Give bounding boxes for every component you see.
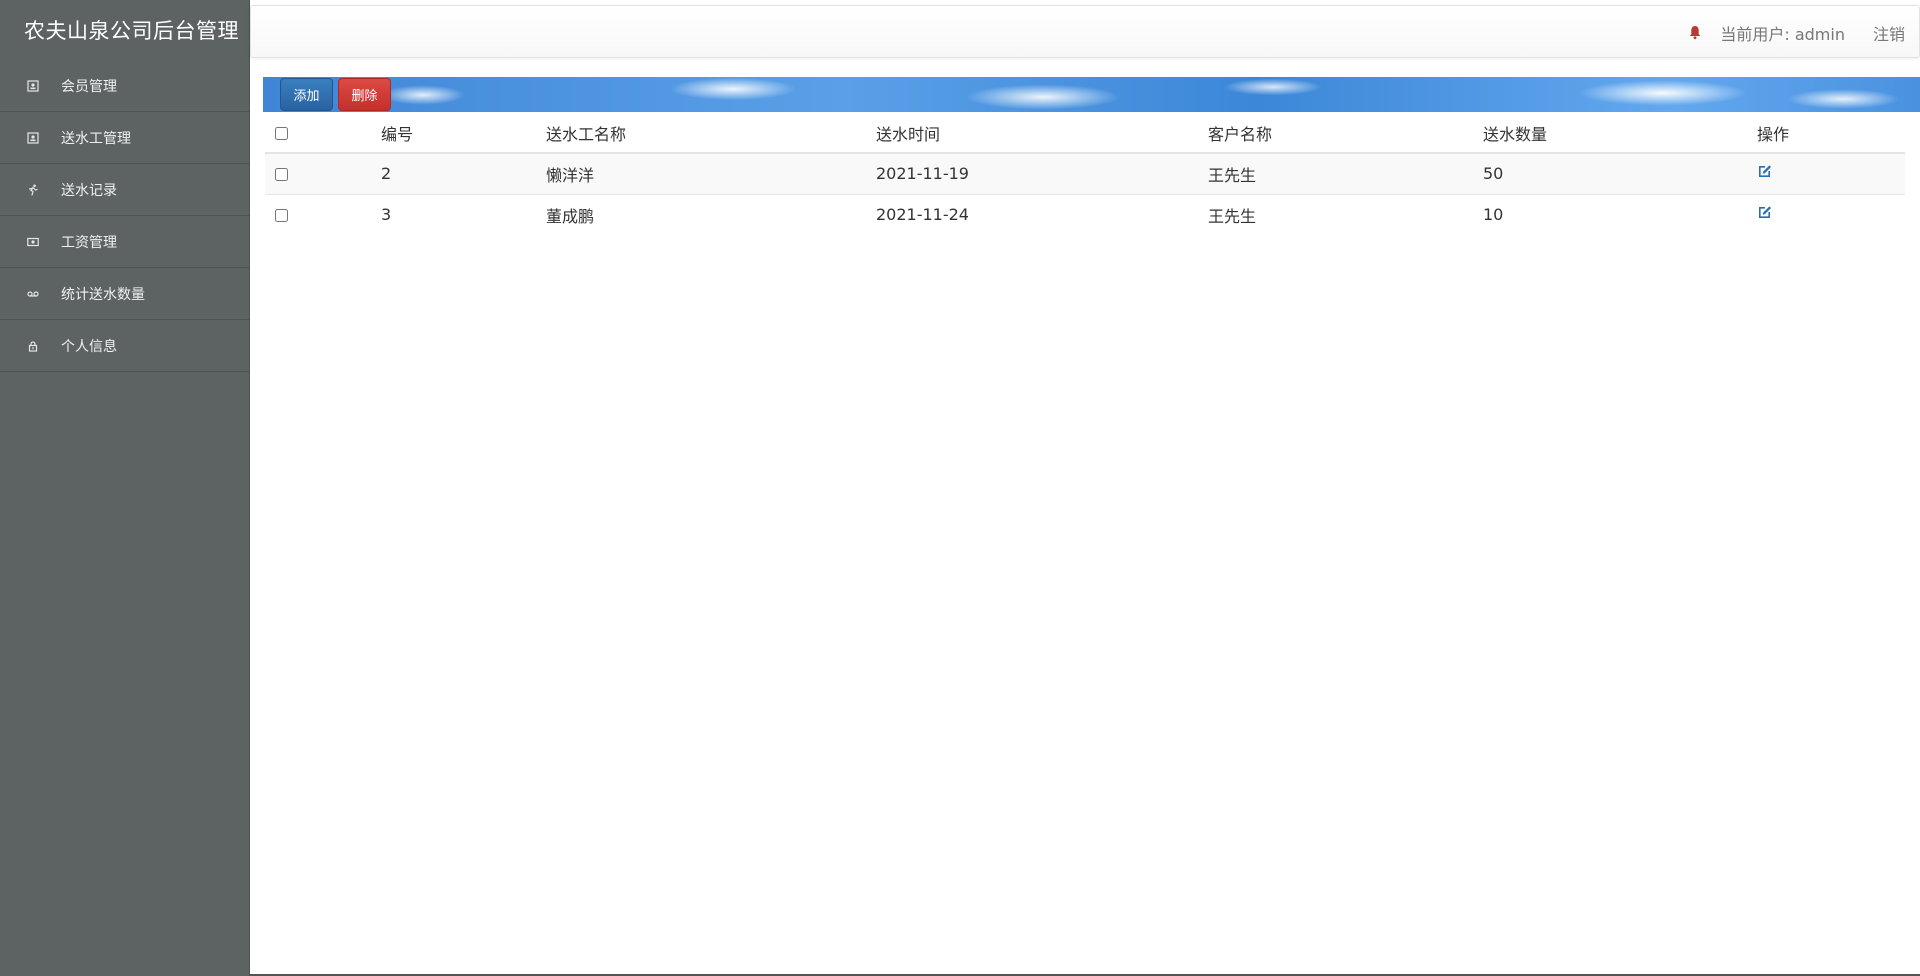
sidebar-item-label: 送水记录: [61, 182, 117, 199]
lock-icon: [26, 339, 40, 353]
edit-icon[interactable]: [1757, 163, 1773, 179]
user-card-icon: [26, 79, 40, 93]
toolbar-banner: 添加 删除: [263, 77, 1920, 112]
header-quantity: 送水数量: [1475, 113, 1749, 154]
cell-delivery-time: 2021-11-24: [876, 205, 969, 225]
cell-delivery-time: 2021-11-19: [868, 153, 1200, 195]
edit-icon[interactable]: [1757, 204, 1773, 220]
sidebar-item-label: 统计送水数量: [61, 286, 145, 303]
cell-worker-name: 懒洋洋: [538, 153, 868, 195]
header-select-all: [265, 113, 373, 154]
cell-actions: [1749, 194, 1905, 235]
user-card-icon: [26, 131, 40, 145]
table-header-row: 编号 送水工名称 送水时间 客户名称 送水数量 操作: [265, 113, 1905, 154]
row-checkbox[interactable]: [275, 209, 288, 223]
sidebar-item-delivery-records[interactable]: 送水记录: [0, 164, 249, 216]
cell-actions: [1749, 153, 1905, 195]
header-delivery-time: 送水时间: [868, 113, 1200, 154]
top-navbar: 当前用户: admin 注销: [250, 5, 1920, 58]
row-checkbox[interactable]: [275, 168, 288, 182]
bell-icon[interactable]: [1688, 25, 1702, 41]
cell-id: 3: [381, 205, 392, 225]
sidebar-item-label: 送水工管理: [61, 130, 131, 147]
add-button[interactable]: 添加: [280, 78, 333, 111]
header-worker-name: 送水工名称: [538, 113, 868, 154]
table-row: 2 懒洋洋 2021-11-19 王先生 50: [265, 153, 1905, 195]
header-id: 编号: [373, 113, 538, 154]
table-row: 3 董成鹏 2021-11-24 王先生 10: [265, 194, 1905, 235]
sidebar-item-worker-management[interactable]: 送水工管理: [0, 112, 249, 164]
cell-worker-name: 董成鹏: [546, 206, 595, 226]
row-select-cell: [265, 194, 373, 235]
cell-quantity: 50: [1475, 153, 1749, 195]
cell-customer-name: 王先生: [1208, 206, 1257, 226]
records-table-container: 编号 送水工名称 送水时间 客户名称 送水数量 操作 2 懒洋洋 2021-11…: [265, 113, 1905, 235]
cell-customer-name: 王先生: [1200, 153, 1475, 195]
sidebar: 农夫山泉公司后台管理 会员管理 送水工管理 送水记录 工资管理 统计送水数量 个…: [0, 0, 250, 976]
header-customer-name: 客户名称: [1200, 113, 1475, 154]
cell-id: 2: [373, 153, 538, 195]
running-person-icon: [26, 183, 40, 197]
cell-quantity: 10: [1483, 205, 1504, 225]
sidebar-item-delivery-statistics[interactable]: 统计送水数量: [0, 268, 249, 320]
sidebar-item-label: 会员管理: [61, 79, 117, 95]
sidebar-item-salary-management[interactable]: 工资管理: [0, 216, 249, 268]
select-all-checkbox[interactable]: [275, 127, 288, 140]
delivery-records-table: 编号 送水工名称 送水时间 客户名称 送水数量 操作 2 懒洋洋 2021-11…: [265, 113, 1905, 235]
logout-link[interactable]: 注销: [1873, 21, 1905, 45]
header-actions: 操作: [1749, 113, 1905, 154]
voicemail-icon: [26, 287, 40, 301]
sidebar-menu: 会员管理 送水工管理 送水记录 工资管理 统计送水数量 个人信息: [0, 60, 249, 372]
delete-button[interactable]: 删除: [338, 78, 391, 111]
app-root: 农夫山泉公司后台管理 会员管理 送水工管理 送水记录 工资管理 统计送水数量 个…: [0, 0, 1920, 976]
row-select-cell: [265, 153, 373, 195]
user-area: 当前用户: admin 注销: [1688, 6, 1905, 59]
sidebar-item-label: 工资管理: [61, 234, 117, 251]
brand-title: 农夫山泉公司后台管理: [24, 19, 239, 43]
sidebar-item-personal-info[interactable]: 个人信息: [0, 320, 249, 372]
current-user-label: 当前用户: admin: [1720, 24, 1845, 44]
money-icon: [26, 235, 40, 249]
sidebar-item-label: 个人信息: [61, 338, 117, 355]
sidebar-item-member-management[interactable]: 会员管理: [0, 60, 249, 112]
